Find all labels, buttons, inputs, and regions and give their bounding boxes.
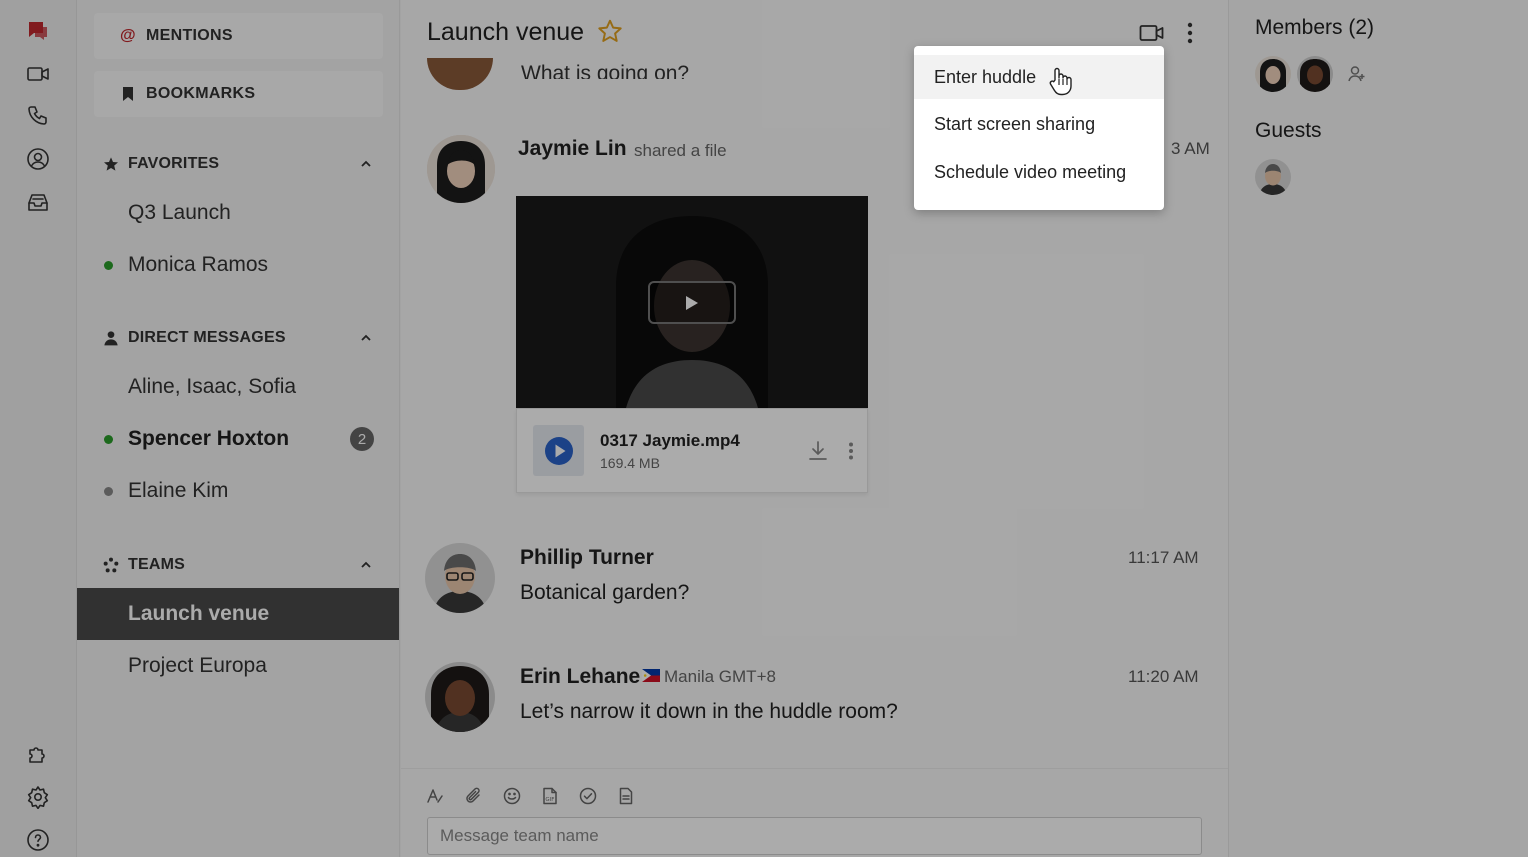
sidebar-item-q3-launch[interactable]: Q3 Launch: [77, 187, 399, 239]
download-icon[interactable]: [807, 440, 829, 462]
online-status-dot: [104, 260, 113, 270]
app-rail: [0, 0, 77, 857]
person-icon: [103, 330, 119, 346]
hand-cursor-icon: [1049, 67, 1072, 96]
sidebar-item-elaine-kim[interactable]: Elaine Kim: [77, 465, 399, 517]
svg-text:GIF: GIF: [545, 797, 554, 803]
avatar[interactable]: [427, 58, 493, 90]
mentions-button[interactable]: @ MENTIONS: [94, 13, 383, 59]
chevron-up-icon[interactable]: [359, 558, 373, 572]
teams-title: TEAMS: [128, 556, 185, 573]
guest-avatar[interactable]: [1255, 159, 1291, 195]
message-time: 3 AM: [1171, 139, 1210, 158]
mentions-label: MENTIONS: [146, 27, 233, 44]
sidebar-item-aline-isaac-sofia[interactable]: Aline, Isaac, Sofia: [77, 361, 399, 413]
message-action: shared a file: [634, 141, 727, 160]
direct-messages-section-header[interactable]: DIRECT MESSAGES: [103, 326, 373, 350]
philippines-flag-icon: [642, 669, 660, 682]
video-icon[interactable]: [24, 60, 52, 88]
menu-item-schedule-video-meeting[interactable]: Schedule video meeting: [914, 150, 1164, 194]
format-icon[interactable]: [426, 787, 444, 805]
gif-icon[interactable]: GIF: [541, 787, 559, 805]
message-time: 11:20 AM: [1128, 667, 1199, 686]
help-icon[interactable]: [24, 826, 52, 854]
avatar[interactable]: [427, 135, 495, 203]
message-author[interactable]: Erin Lehane: [520, 665, 640, 689]
message-text: What is going on?: [521, 62, 690, 79]
page-title: Launch venue: [427, 18, 585, 46]
file-attachment[interactable]: 0317 Jaymie.mp4 169.4 MB: [516, 408, 868, 493]
member-avatar[interactable]: [1255, 56, 1291, 92]
sidebar-item-spencer-hoxton[interactable]: Spencer Hoxton 2: [77, 413, 399, 465]
message-author[interactable]: Phillip Turner: [520, 546, 654, 570]
online-status-dot: [104, 434, 113, 444]
sidebar-item-project-europa[interactable]: Project Europa: [77, 640, 399, 692]
message-location: Manila GMT+8: [664, 667, 776, 686]
video-call-icon[interactable]: [1138, 20, 1166, 46]
members-title: Members (2): [1255, 16, 1375, 39]
unread-badge: 2: [350, 427, 374, 451]
settings-icon[interactable]: [24, 783, 52, 811]
play-icon: [686, 295, 698, 310]
integrations-icon[interactable]: [24, 740, 52, 768]
file-size: 169.4 MB: [600, 455, 660, 471]
sidebar-item-label: Aline, Isaac, Sofia: [128, 375, 297, 398]
teams-section-header[interactable]: TEAMS: [103, 553, 373, 577]
file-more-icon[interactable]: [848, 442, 854, 460]
play-button[interactable]: [648, 281, 736, 324]
direct-messages-title: DIRECT MESSAGES: [128, 329, 286, 346]
phone-icon[interactable]: [24, 102, 52, 130]
star-icon[interactable]: [597, 18, 623, 44]
favorites-section-header[interactable]: FAVORITES: [103, 152, 373, 176]
sidebar-item-label: Project Europa: [128, 654, 267, 677]
member-avatar[interactable]: [1297, 56, 1333, 92]
contacts-icon[interactable]: [24, 145, 52, 173]
sidebar-item-label: Launch venue: [128, 602, 270, 625]
attach-icon[interactable]: [465, 787, 483, 805]
task-icon[interactable]: [579, 787, 597, 805]
composer: GIF: [401, 768, 1228, 857]
chevron-up-icon[interactable]: [359, 157, 373, 171]
sidebar-item-launch-venue[interactable]: Launch venue: [77, 588, 399, 640]
message-author[interactable]: Jaymie Lin: [518, 137, 627, 161]
guests-title: Guests: [1255, 119, 1322, 142]
offline-status-dot: [104, 486, 113, 496]
sidebar-item-label: Spencer Hoxton: [128, 427, 290, 450]
bookmark-icon: [120, 87, 136, 101]
add-member-icon[interactable]: [1347, 64, 1367, 84]
sidebar-item-label: Elaine Kim: [128, 479, 229, 502]
message-input[interactable]: [427, 817, 1202, 855]
star-icon: [103, 156, 119, 172]
chat-icon[interactable]: [24, 17, 52, 45]
message-text: Botanical garden?: [520, 581, 690, 604]
sidebar-item-label: Monica Ramos: [128, 253, 269, 276]
video-file-icon: [533, 425, 584, 476]
message-time: 11:17 AM: [1128, 548, 1199, 567]
teams-icon: [103, 557, 119, 573]
file-name[interactable]: 0317 Jaymie.mp4: [600, 431, 740, 451]
chevron-up-icon[interactable]: [359, 331, 373, 345]
avatar[interactable]: [425, 543, 495, 613]
note-icon[interactable]: [617, 787, 635, 805]
menu-item-start-screen-sharing[interactable]: Start screen sharing: [914, 102, 1164, 146]
message-text: Let’s narrow it down in the huddle room?: [520, 700, 898, 723]
members-panel: Members (2) Guests: [1228, 0, 1528, 857]
inbox-icon[interactable]: [24, 188, 52, 216]
video-preview[interactable]: [516, 196, 868, 408]
bookmarks-button[interactable]: BOOKMARKS: [94, 71, 383, 117]
video-options-menu: Enter huddle Start screen sharing Schedu…: [914, 46, 1164, 210]
sidebar: @ MENTIONS BOOKMARKS FAVORITES Q3 Launch…: [77, 0, 400, 857]
bookmarks-label: BOOKMARKS: [146, 85, 256, 102]
at-icon: @: [120, 27, 136, 44]
emoji-icon[interactable]: [503, 787, 521, 805]
sidebar-item-monica-ramos[interactable]: Monica Ramos: [77, 239, 399, 291]
avatar[interactable]: [425, 662, 495, 732]
menu-item-enter-huddle[interactable]: Enter huddle: [914, 55, 1164, 99]
favorites-title: FAVORITES: [128, 155, 220, 172]
more-options-icon[interactable]: [1176, 20, 1204, 46]
sidebar-item-label: Q3 Launch: [128, 201, 231, 224]
